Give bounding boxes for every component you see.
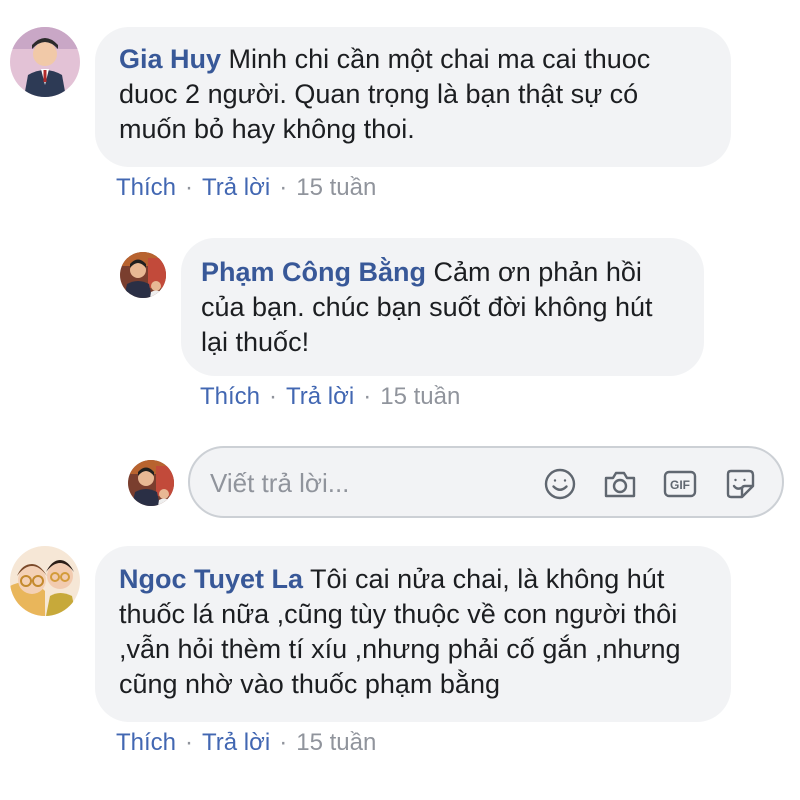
- camera-icon[interactable]: [602, 466, 638, 502]
- separator-dot: ·: [363, 383, 372, 410]
- separator-dot: ·: [269, 383, 278, 410]
- avatar[interactable]: [10, 546, 80, 616]
- comment-actions: Thích · Trả lời · 15 tuần: [116, 174, 376, 202]
- like-link[interactable]: Thích: [200, 383, 260, 410]
- gif-icon[interactable]: GIF: [662, 466, 698, 502]
- comment-actions: Thích · Trả lời · 15 tuần: [116, 729, 376, 757]
- comment-actions: Thích · Trả lời · 15 tuần: [200, 383, 460, 411]
- sticker-icon[interactable]: [722, 466, 758, 502]
- separator-dot: ·: [279, 729, 288, 756]
- avatar[interactable]: [120, 252, 166, 298]
- timestamp[interactable]: 15 tuần: [380, 383, 460, 410]
- timestamp[interactable]: 15 tuần: [296, 174, 376, 201]
- comment-bubble: Phạm Công Bằng Cảm ơn phản hồi của bạn. …: [181, 238, 704, 376]
- separator-dot: ·: [185, 174, 194, 201]
- like-link[interactable]: Thích: [116, 174, 176, 201]
- like-link[interactable]: Thích: [116, 729, 176, 756]
- avatar: [128, 460, 174, 506]
- separator-dot: ·: [279, 174, 288, 201]
- comment-author[interactable]: Gia Huy: [119, 44, 221, 74]
- avatar[interactable]: [10, 27, 80, 97]
- emoji-icon[interactable]: [542, 466, 578, 502]
- gif-icon-label: GIF: [670, 478, 690, 492]
- reply-link[interactable]: Trả lời: [286, 383, 354, 410]
- comment-author[interactable]: Ngoc Tuyet La: [119, 564, 303, 594]
- comment-bubble: Ngoc Tuyet La Tôi cai nửa chai, là không…: [95, 546, 731, 722]
- reply-link[interactable]: Trả lời: [202, 729, 270, 756]
- comment-author[interactable]: Phạm Công Bằng: [201, 257, 426, 287]
- comment-bubble: Gia Huy Minh chi cần một chai ma cai thu…: [95, 27, 731, 167]
- timestamp[interactable]: 15 tuần: [296, 729, 376, 756]
- reply-input[interactable]: [210, 465, 510, 501]
- separator-dot: ·: [185, 729, 194, 756]
- reply-link[interactable]: Trả lời: [202, 174, 270, 201]
- reply-box[interactable]: GIF: [188, 446, 784, 518]
